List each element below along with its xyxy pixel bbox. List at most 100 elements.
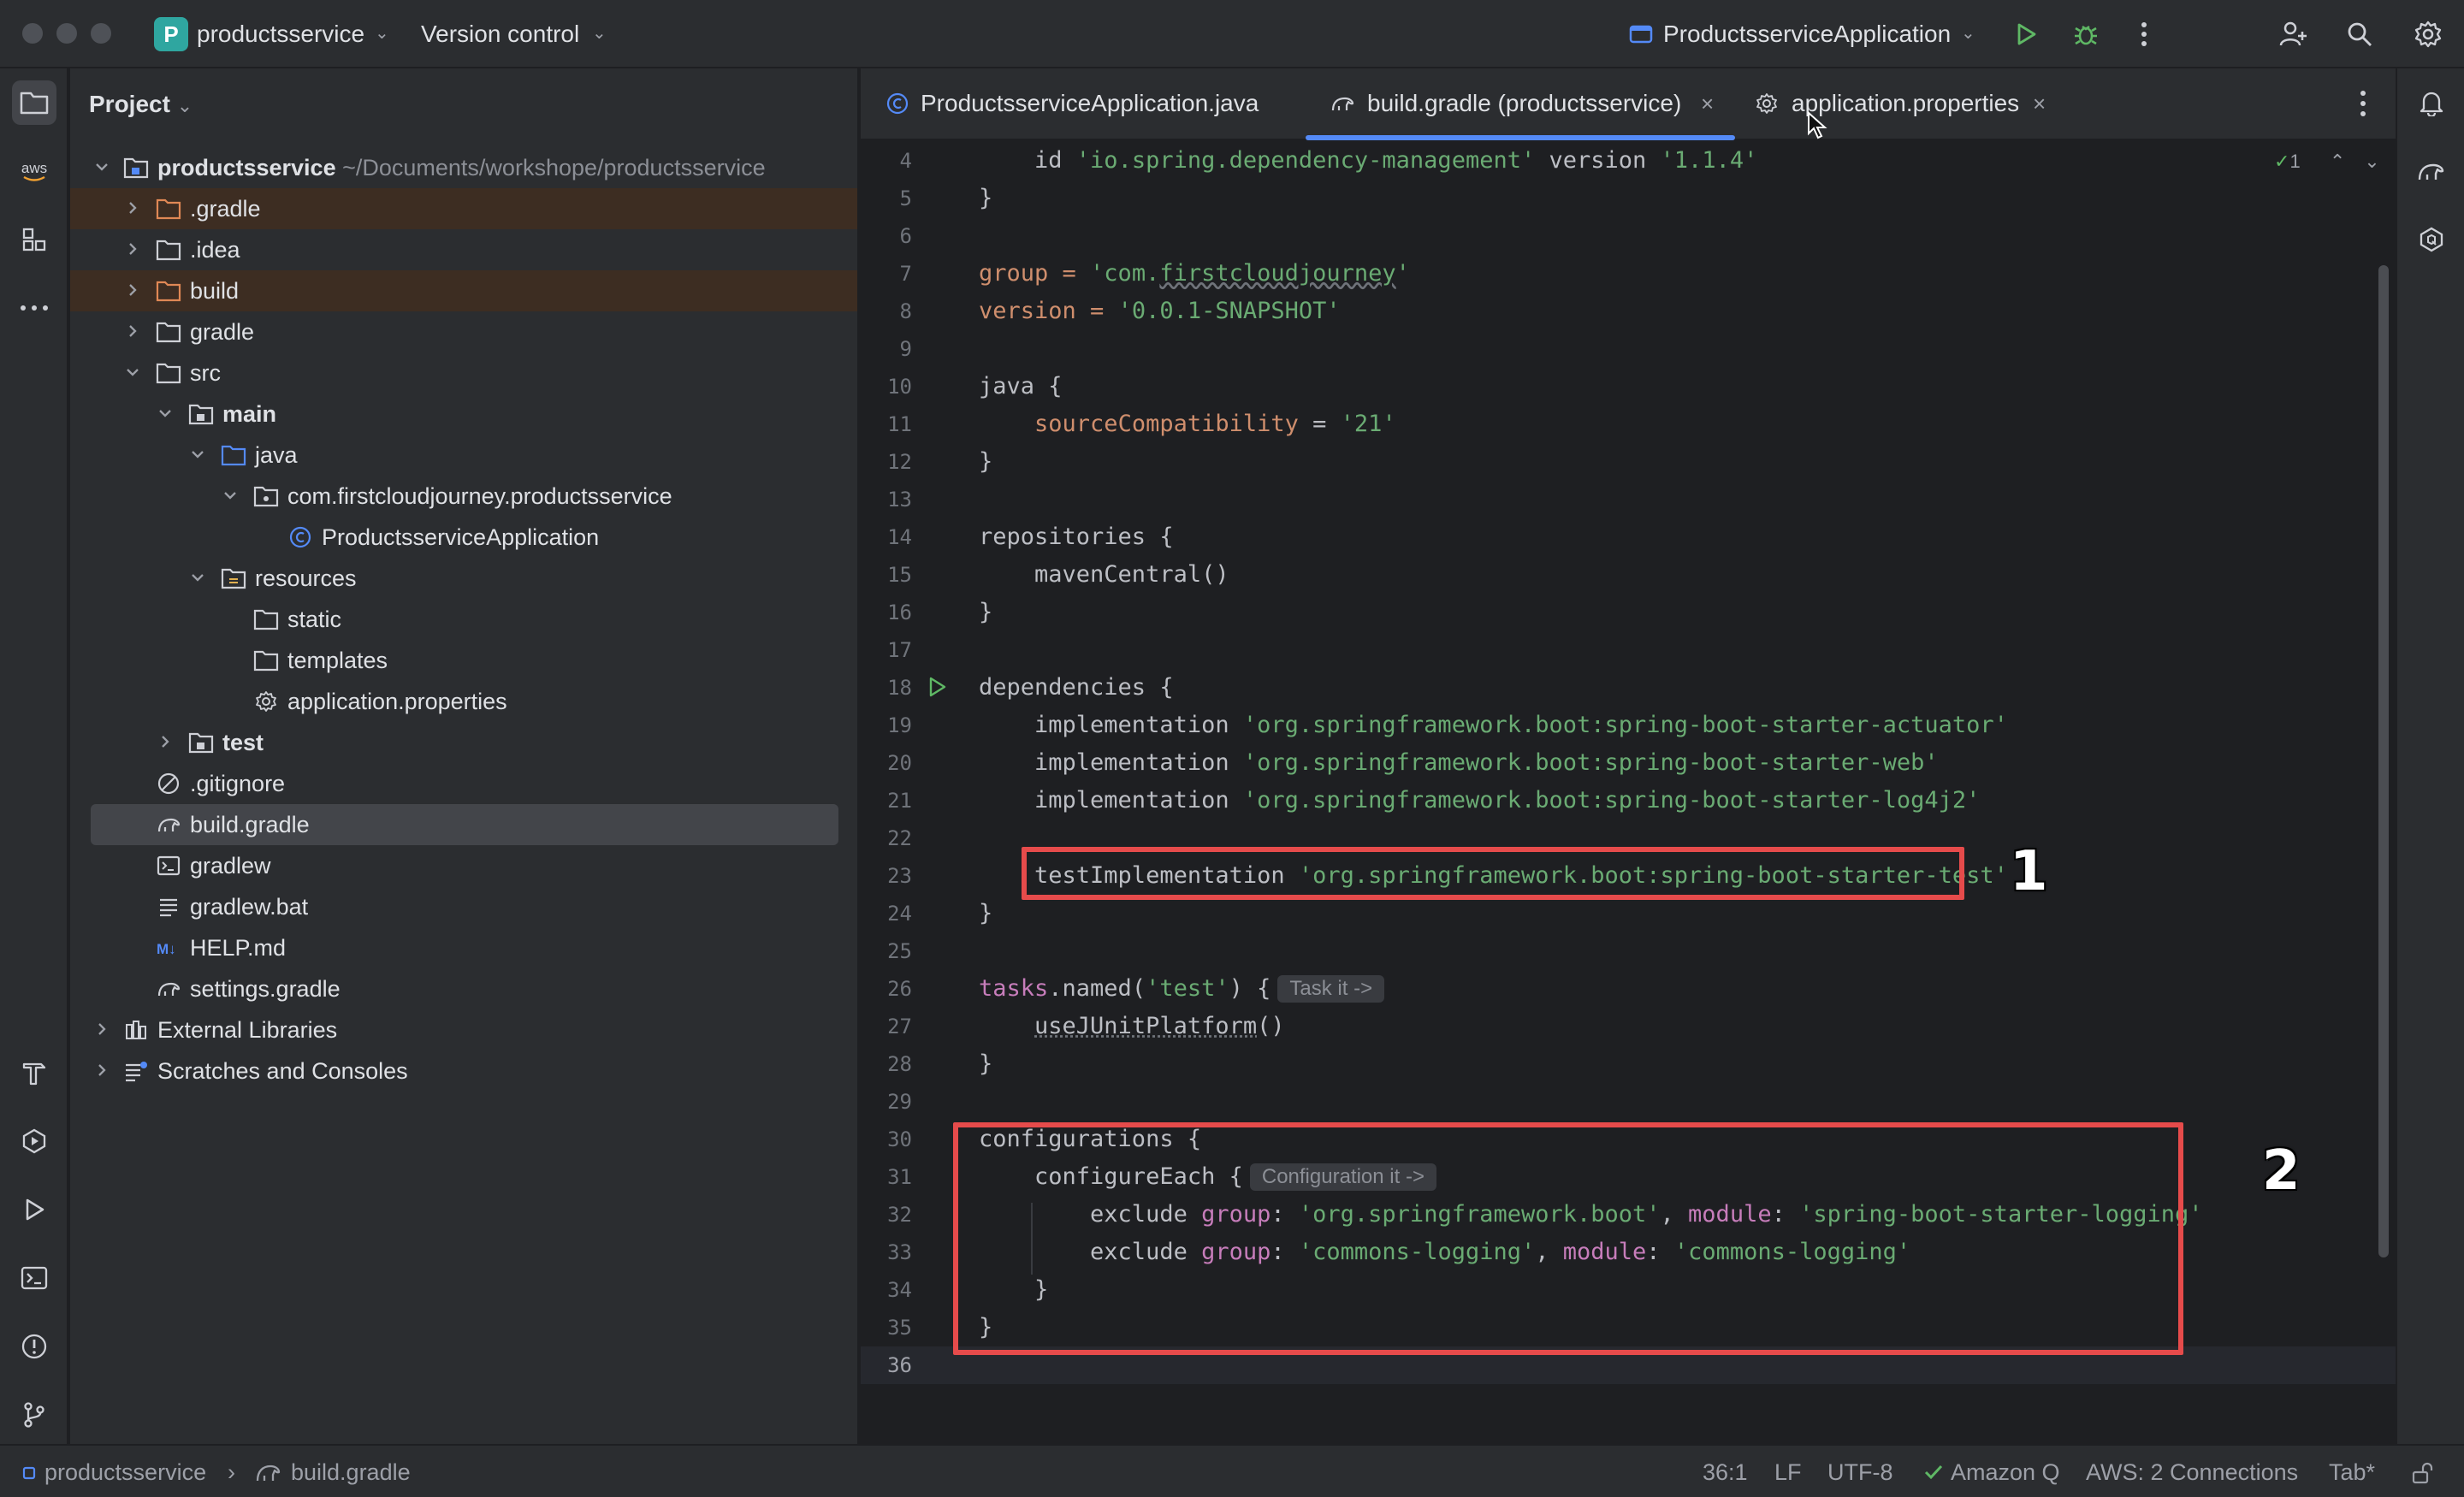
project-tool-button[interactable] <box>12 80 56 125</box>
close-window-button[interactable] <box>22 23 43 44</box>
run-tool-button[interactable] <box>12 1187 56 1232</box>
project-switcher[interactable]: productsservice <box>197 19 364 50</box>
services-tool-button[interactable] <box>12 1119 56 1163</box>
tree-item-external-libraries[interactable]: External Libraries <box>70 1009 857 1050</box>
code-line: 18 dependencies { <box>887 674 1174 701</box>
tree-item-settings-gradle[interactable]: settings.gradle <box>70 968 857 1009</box>
line-separator[interactable]: LF <box>1774 1459 1802 1486</box>
chevron-right-icon <box>129 284 137 296</box>
chevron-down-icon: ⌄ <box>375 24 389 43</box>
tab-productsservice-application-java[interactable]: ProductsserviceApplication.java <box>881 68 1300 140</box>
tree-item-package[interactable]: com.firstcloudjourney.productsservice <box>70 476 857 517</box>
terminal-tool-button[interactable] <box>12 1256 56 1300</box>
tree-item-build[interactable]: build <box>70 270 857 311</box>
tree-item-main[interactable]: main <box>70 393 857 435</box>
code-line: 19 implementation 'org.springframework.b… <box>887 712 2008 738</box>
code-editor[interactable]: ✓1 ⌃ ⌄ 4 id 'io.spring.dependency-managem… <box>861 142 2396 1444</box>
tree-item-gradle[interactable]: gradle <box>70 311 857 352</box>
tree-item-application-properties[interactable]: application.properties <box>70 681 857 722</box>
folder-icon <box>156 322 181 343</box>
annotation-box-1 <box>1022 847 1964 900</box>
breadcrumb-file[interactable]: build.gradle <box>291 1459 411 1486</box>
aws-connections-status[interactable]: AWS: 2 Connections <box>2086 1459 2298 1486</box>
amazon-q-status[interactable]: Amazon Q <box>1951 1459 2060 1486</box>
code-line: 26 tasks.named('test') {Task it -> <box>861 970 2396 1008</box>
search-icon[interactable] <box>2341 15 2378 53</box>
java-class-icon <box>289 526 311 548</box>
source-set-folder-icon <box>188 404 214 425</box>
tree-item-gradle-cache[interactable]: .gradle <box>70 188 857 229</box>
close-tab-icon[interactable]: × <box>2033 91 2046 117</box>
aws-icon: aws <box>21 160 47 181</box>
amazon-q-tool-button[interactable] <box>2409 217 2454 262</box>
bell-icon <box>2420 92 2443 116</box>
chevron-down-icon: ⌄ <box>1961 24 1975 43</box>
gear-icon[interactable] <box>2409 15 2447 53</box>
indent-setting[interactable]: Tab* <box>2329 1459 2375 1486</box>
minimize-window-button[interactable] <box>56 23 77 44</box>
tree-item-gradlew-bat[interactable]: gradlew.bat <box>70 886 857 927</box>
tree-item-gradlew[interactable]: gradlew <box>70 845 857 886</box>
run-gutter-icon[interactable] <box>926 676 948 698</box>
project-badge[interactable]: P <box>154 17 188 51</box>
tree-item-idea[interactable]: .idea <box>70 229 857 270</box>
unlock-icon[interactable] <box>2411 1461 2433 1485</box>
tree-item-static[interactable]: static <box>70 599 857 640</box>
resources-folder-icon <box>221 568 246 589</box>
code-line: 20 implementation 'org.springframework.b… <box>887 749 1939 776</box>
version-control-menu[interactable]: Version control <box>421 19 579 50</box>
tree-item-src[interactable]: src <box>70 352 857 393</box>
gradle-elephant-icon <box>157 982 181 997</box>
tree-root-productsservice[interactable]: productsservice ~/Documents/workshope/pr… <box>70 147 857 188</box>
debug-icon[interactable] <box>2067 15 2105 53</box>
git-tool-button[interactable] <box>12 1393 56 1437</box>
tree-item-gitignore[interactable]: .gitignore <box>70 763 857 804</box>
excluded-folder-icon <box>156 281 181 302</box>
maximize-window-button[interactable] <box>91 23 111 44</box>
tab-application-properties[interactable]: application.properties × <box>1750 68 2093 140</box>
breadcrumb-project[interactable]: productsservice <box>44 1459 206 1486</box>
problems-tool-button[interactable] <box>12 1324 56 1369</box>
run-configuration-selector[interactable]: ProductsserviceApplication <box>1663 19 1951 50</box>
project-panel: Project ⌄ productsservice ~/Documents/wo… <box>70 68 859 1444</box>
tree-item-help-md[interactable]: M↓ HELP.md <box>70 927 857 968</box>
code-line: 4 id 'io.spring.dependency-management' v… <box>899 147 1758 174</box>
tree-item-resources[interactable]: resources <box>70 558 857 599</box>
code-line: 10 java { <box>887 373 1063 399</box>
code-line: 14 repositories { <box>887 524 1174 550</box>
close-tab-icon[interactable]: × <box>1701 91 1714 117</box>
add-user-icon[interactable] <box>2274 15 2312 53</box>
hammer-icon <box>22 1062 46 1086</box>
gradle-tool-button[interactable] <box>2409 149 2454 193</box>
notifications-button[interactable] <box>2409 80 2454 125</box>
vertical-scrollbar[interactable] <box>2378 265 2389 1257</box>
tree-item-templates[interactable]: templates <box>70 640 857 681</box>
run-icon[interactable] <box>2007 15 2045 53</box>
run-icon <box>26 1198 44 1221</box>
structure-icon <box>22 228 46 251</box>
tree-item-productsservice-application[interactable]: ProductsserviceApplication <box>70 517 857 558</box>
more-tools-button[interactable] <box>12 286 56 330</box>
annotation-number-1: 1 <box>2010 840 2048 903</box>
tree-item-java[interactable]: java <box>70 435 857 476</box>
caret-position[interactable]: 36:1 <box>1703 1459 1748 1486</box>
file-encoding[interactable]: UTF-8 <box>1827 1459 1893 1486</box>
code-line: 11 sourceCompatibility = '21' <box>887 411 1396 437</box>
chevron-right-icon <box>98 1064 106 1076</box>
tree-item-test[interactable]: test <box>70 722 857 763</box>
tab-build-gradle[interactable]: build.gradle (productsservice) × <box>1306 68 1735 140</box>
aws-toolkit-button[interactable]: aws <box>12 149 56 193</box>
structure-tool-button[interactable] <box>12 217 56 262</box>
run-config-icon <box>1622 15 1660 53</box>
right-tool-strip <box>2396 68 2464 1444</box>
chevron-down-icon <box>224 492 236 500</box>
more-actions-icon[interactable] <box>2125 15 2163 53</box>
chevron-down-icon: ⌄ <box>592 24 607 43</box>
project-view-selector[interactable]: Project ⌄ <box>89 91 192 118</box>
tree-item-build-gradle[interactable]: build.gradle <box>70 804 857 845</box>
shell-script-icon <box>157 855 181 876</box>
tab-options-icon[interactable] <box>2360 89 2366 118</box>
gradle-elephant-icon <box>256 1464 281 1482</box>
tree-item-scratches[interactable]: Scratches and Consoles <box>70 1050 857 1092</box>
build-tool-button[interactable] <box>12 1050 56 1095</box>
